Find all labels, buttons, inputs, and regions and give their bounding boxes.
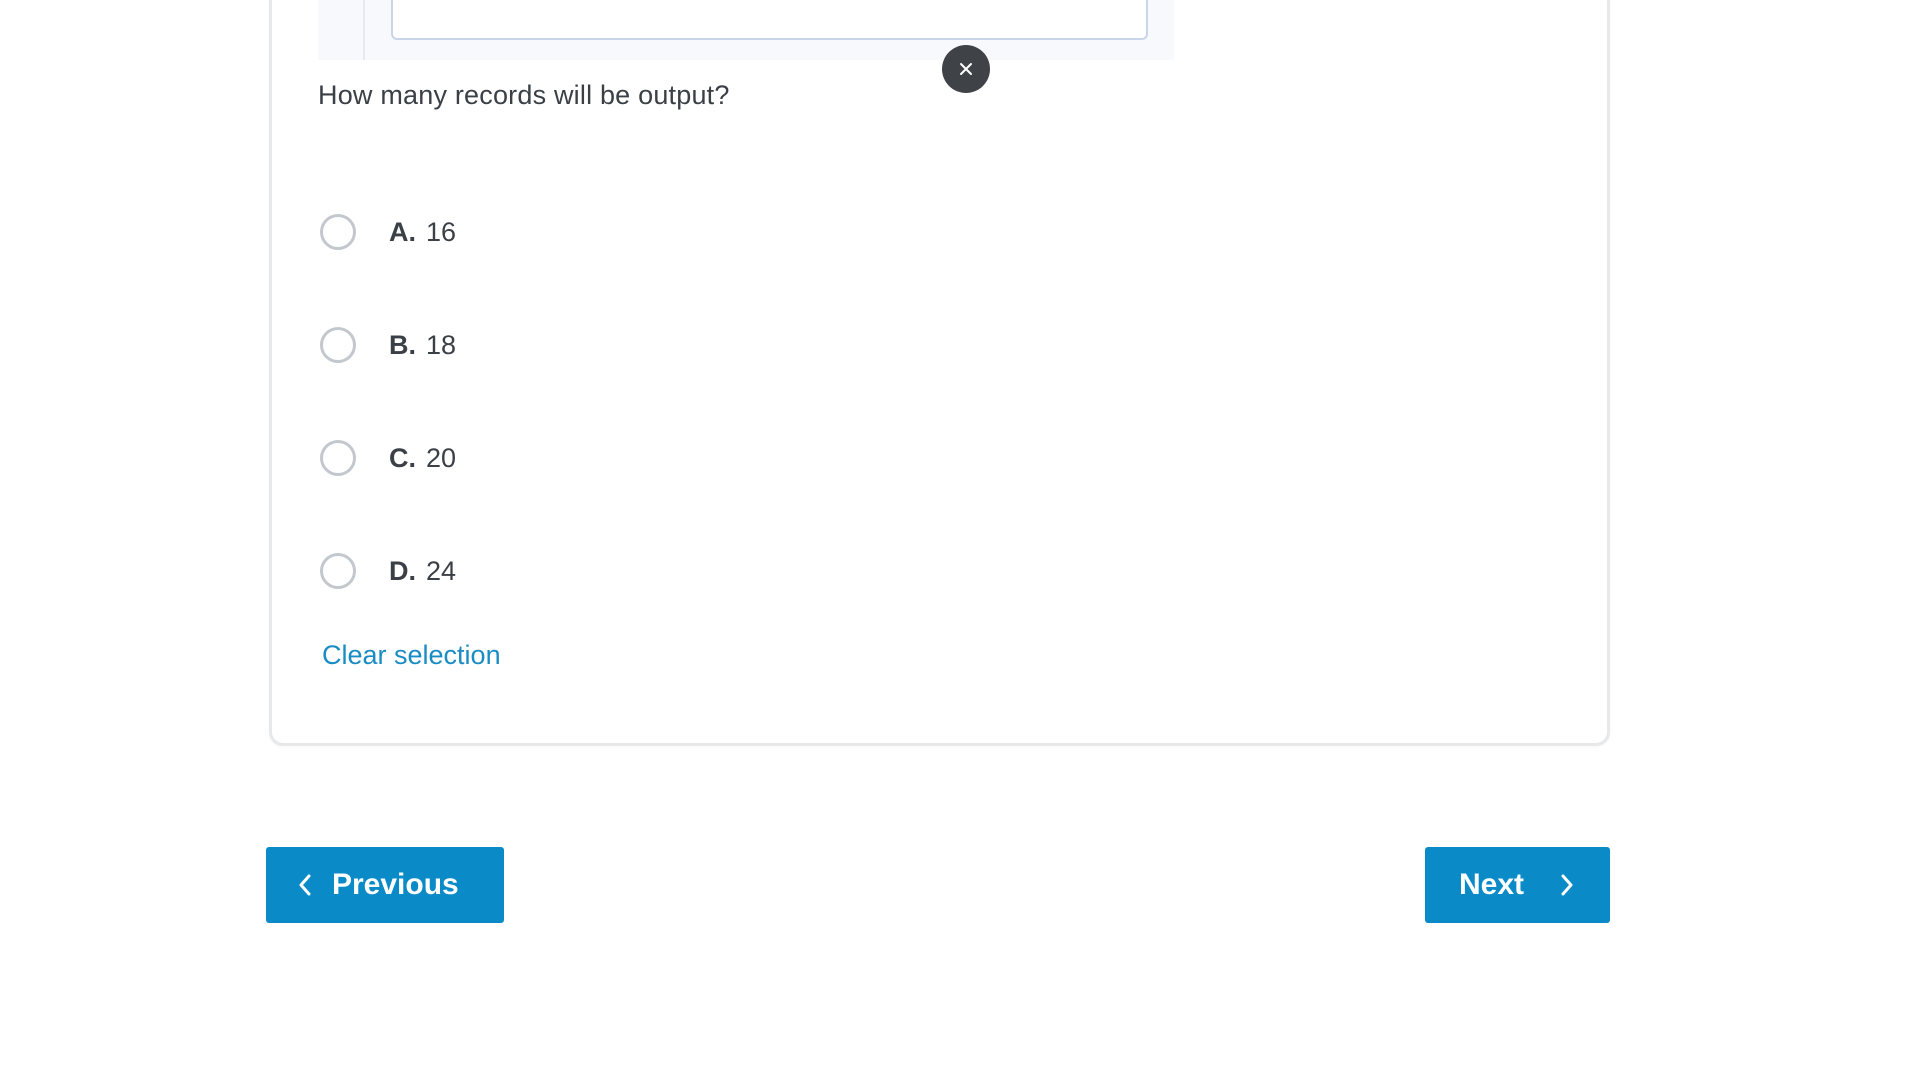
next-label: Next [1459, 868, 1525, 901]
chevron-left-icon [298, 873, 312, 897]
option-letter: D. [389, 555, 416, 586]
previous-label: Previous [332, 868, 459, 901]
image-divider [363, 0, 365, 60]
close-image-button[interactable] [942, 45, 990, 93]
option-letter: C. [389, 442, 416, 473]
option-d[interactable]: D. 24 [320, 546, 456, 596]
option-letter: A. [389, 216, 416, 247]
option-text: 16 [426, 216, 457, 247]
radio-button[interactable] [320, 553, 356, 589]
question-image [318, 0, 1174, 60]
radio-button[interactable] [320, 440, 356, 476]
close-icon [958, 61, 974, 77]
radio-button[interactable] [320, 214, 356, 250]
option-text: 18 [426, 329, 457, 360]
option-a[interactable]: A. 16 [320, 207, 456, 257]
next-button[interactable]: Next [1425, 847, 1610, 923]
option-letter: B. [389, 329, 416, 360]
chevron-right-icon [1560, 873, 1574, 897]
radio-button[interactable] [320, 327, 356, 363]
quiz-page: How many records will be output? A. 16 B… [0, 0, 1920, 1080]
option-text: 20 [426, 442, 457, 473]
option-text: 24 [426, 555, 457, 586]
image-inner-panel [391, 0, 1148, 40]
question-text: How many records will be output? [318, 80, 730, 110]
option-b[interactable]: B. 18 [320, 320, 456, 370]
option-c[interactable]: C. 20 [320, 433, 456, 483]
previous-button[interactable]: Previous [266, 847, 504, 923]
clear-selection-link[interactable]: Clear selection [322, 638, 501, 672]
